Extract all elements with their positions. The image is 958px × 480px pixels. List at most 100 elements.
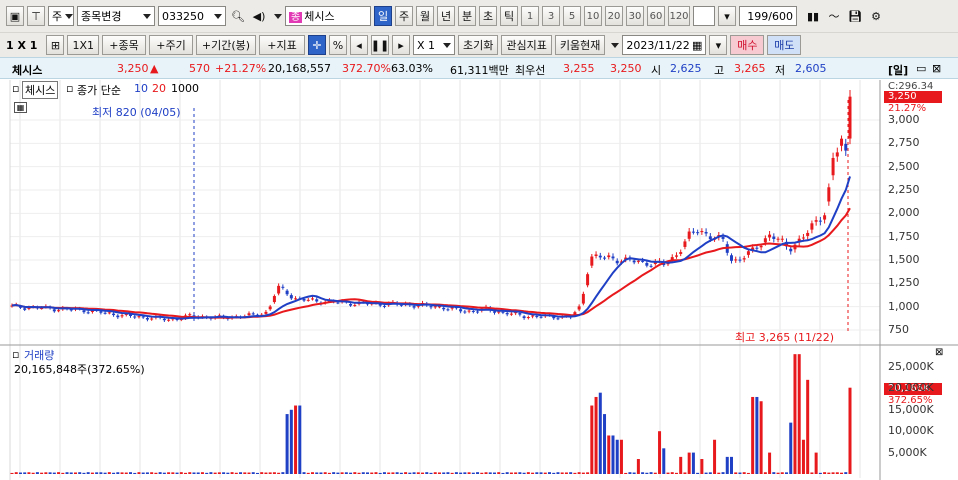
grid-icon[interactable]: ⊞ (46, 35, 65, 55)
legend-stock-name[interactable]: 체시스 (22, 81, 59, 99)
pause-icon[interactable]: ❚❚ (371, 35, 389, 55)
layout-1x1-button[interactable]: 1X1 (67, 35, 99, 55)
chart-canvas[interactable] (0, 80, 958, 480)
volume-bar (192, 472, 196, 474)
percent-button[interactable]: % (329, 35, 347, 55)
candle-body (433, 306, 437, 308)
volume-bar (467, 472, 471, 474)
price-tick-label: 1,750 (888, 229, 920, 243)
watch-indicator-button[interactable]: 관심지표 (501, 35, 552, 55)
calendar-icon[interactable]: ▦ (692, 39, 702, 52)
add-stock-button[interactable]: +종목 (102, 35, 146, 55)
volume-bar (433, 472, 437, 474)
date-input[interactable]: 2023/11/22 ▦ (622, 35, 707, 55)
scroll-right-icon[interactable]: ▸ (392, 35, 410, 55)
tab-day[interactable]: 일 (374, 6, 392, 26)
interval-1[interactable]: 1 (521, 6, 539, 26)
interval-120[interactable]: 120 (668, 6, 690, 26)
interval-20[interactable]: 20 (605, 6, 623, 26)
candle-type-icon[interactable]: ▮▮ (804, 6, 822, 26)
volume-bar (679, 456, 683, 474)
interval-10[interactable]: 10 (584, 6, 602, 26)
volume-bar (78, 472, 82, 474)
minimize-icon[interactable]: ▭ (916, 62, 926, 75)
panel-handle-icon[interactable]: ▫ (12, 82, 19, 95)
save-icon[interactable]: 💾︎ (846, 6, 864, 26)
candle-body (755, 247, 759, 249)
ma20-line (11, 207, 851, 319)
tab-second[interactable]: 초 (479, 6, 497, 26)
volume-bar (285, 414, 289, 474)
interval-60[interactable]: 60 (647, 6, 665, 26)
vol-handle-icon[interactable]: ▫ (12, 348, 19, 361)
add-indicator-button[interactable]: +지표 (259, 35, 305, 55)
interval-30[interactable]: 30 (626, 6, 644, 26)
code-mode-select[interactable]: 종목변경 (77, 6, 155, 26)
chevron-down-icon (65, 13, 74, 19)
candle-body (86, 312, 90, 314)
volume-bar (61, 472, 65, 474)
market-select[interactable]: 주 (48, 6, 74, 26)
tab-tick[interactable]: 틱 (500, 6, 518, 26)
custom-interval-input[interactable] (693, 6, 715, 26)
volume-bar (264, 472, 268, 474)
price-tick-label: 1,250 (888, 276, 920, 290)
count-input[interactable]: 199/600 (739, 6, 797, 26)
chart-area[interactable]: ▫ 체시스 ▫ 종가 단순 10 20 1000 ▦ 최저 820 (04/05… (0, 80, 958, 480)
gear-icon[interactable]: ⚙︎ (867, 6, 885, 26)
speaker-icon[interactable]: ◀) (250, 6, 268, 26)
add-period-button[interactable]: +주기 (149, 35, 193, 55)
volume-bar (112, 472, 116, 474)
candle-body (840, 138, 844, 146)
volume-bar (18, 472, 22, 474)
volume-bar (357, 472, 361, 474)
tab-week[interactable]: 주 (395, 6, 413, 26)
ma-legend-square-icon: ▫ (66, 82, 74, 95)
multiplier-select[interactable]: X 1 (413, 35, 455, 55)
tab-minute[interactable]: 분 (458, 6, 476, 26)
stock-name-field[interactable]: 종 체시스 (285, 6, 371, 26)
line-tool-icon[interactable]: 〜 (825, 6, 843, 26)
stock-code-input[interactable]: 033250 (158, 6, 226, 26)
interval-3[interactable]: 3 (542, 6, 560, 26)
volume-bar (840, 472, 844, 474)
volume-bar (306, 472, 310, 474)
volume-bar (463, 472, 467, 474)
info-low: 2,605 (795, 62, 827, 75)
volume-bar (387, 472, 391, 474)
tab-month[interactable]: 월 (416, 6, 434, 26)
volume-bar (90, 472, 94, 474)
volume-bar (835, 472, 839, 474)
reset-button[interactable]: 초기화 (458, 35, 499, 55)
candle-body (556, 318, 560, 320)
scroll-left-icon[interactable]: ◂ (350, 35, 368, 55)
volume-bar (40, 472, 44, 474)
date-spinner[interactable]: ▾ (709, 35, 728, 55)
candle-body (103, 312, 107, 314)
candle-body (539, 316, 543, 318)
add-range-button[interactable]: +기간(봉) (196, 35, 256, 55)
table-icon[interactable]: ▦ (14, 102, 27, 113)
volume-bar (167, 472, 171, 474)
kiwoom-current-button[interactable]: 키움현재 (554, 35, 606, 55)
chevron-down-icon[interactable] (274, 13, 282, 19)
volume-bar (471, 472, 475, 474)
volume-bar (27, 472, 31, 474)
market-select-value: 주 (52, 10, 63, 23)
crosshair-icon[interactable]: ✛ (308, 35, 326, 55)
sell-button[interactable]: 매도 (767, 35, 802, 55)
chart-settings-icon[interactable]: ▣ (6, 6, 24, 26)
tab-year[interactable]: 년 (437, 6, 455, 26)
candle-body (814, 220, 818, 222)
close-icon[interactable]: ⊠ (932, 62, 941, 75)
buy-button[interactable]: 매수 (730, 35, 765, 55)
volume-bar (315, 472, 319, 474)
search-icon[interactable]: 🔍︎ (229, 6, 247, 26)
interval-spinner[interactable]: ▾ (718, 6, 736, 26)
chevron-down-icon[interactable] (611, 42, 620, 48)
vol-close-icon[interactable]: ⊠ (935, 347, 943, 358)
pin-icon[interactable]: ⊤ (27, 6, 45, 26)
interval-5[interactable]: 5 (563, 6, 581, 26)
price-tick-label: 2,500 (888, 159, 920, 173)
candle-body (603, 257, 607, 259)
